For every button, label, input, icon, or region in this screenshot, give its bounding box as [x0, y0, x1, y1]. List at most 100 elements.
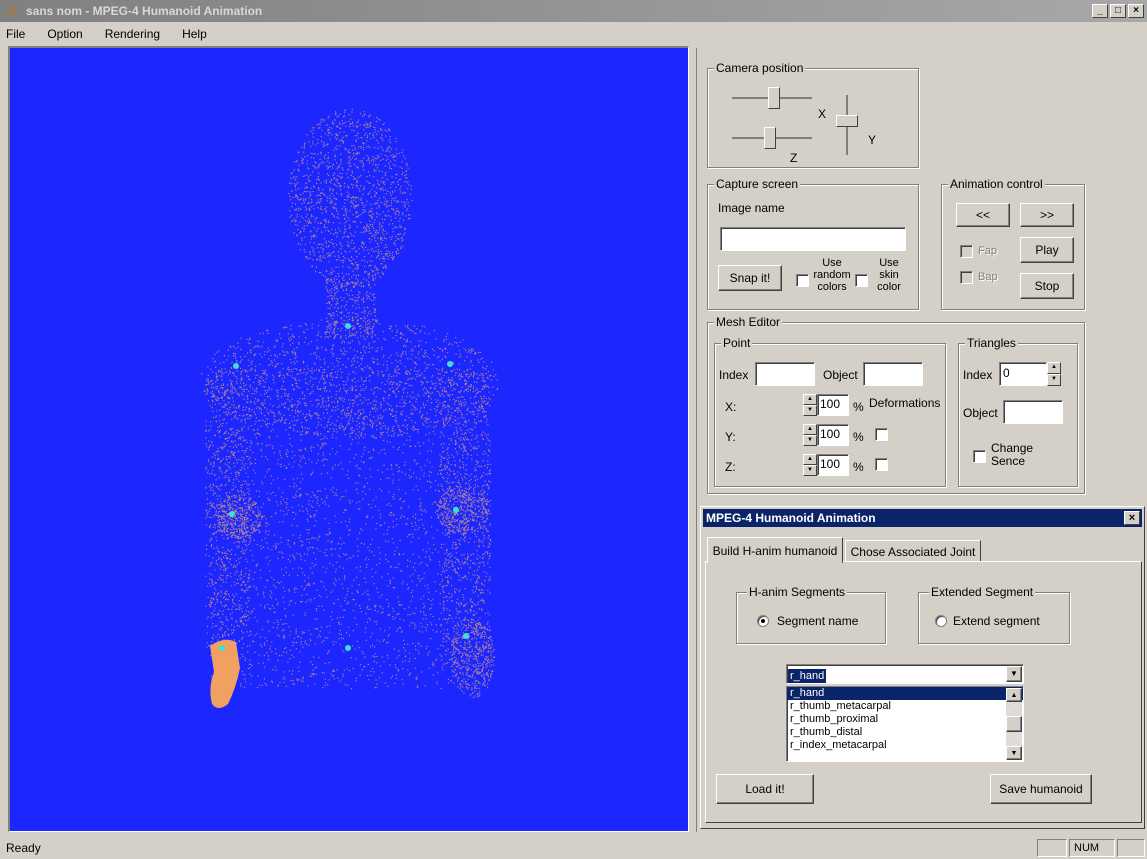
- list-scrollbar[interactable]: ▲ ▼: [1006, 688, 1022, 760]
- hanim-segments-label: H-anim Segments: [747, 585, 848, 599]
- title-bar: ✓ sans nom - MPEG-4 Humanoid Animation _…: [0, 0, 1147, 22]
- animation-control-group: Animation control << >> Fap Bap Play Sto…: [941, 177, 1085, 310]
- list-item[interactable]: r_hand: [787, 687, 1023, 700]
- skin-color-checkbox[interactable]: [855, 274, 868, 287]
- menu-rendering[interactable]: Rendering: [105, 27, 160, 41]
- change-sence-checkbox[interactable]: [973, 450, 986, 463]
- joint-marker[interactable]: [229, 511, 235, 517]
- camera-y-slider[interactable]: [836, 115, 858, 127]
- triangle-index-input[interactable]: 0: [999, 362, 1047, 386]
- triangles-group: Triangles Index 0 ▲ ▼ Object Change Sence: [958, 336, 1078, 487]
- random-colors-line-2: random: [813, 269, 851, 281]
- previous-button[interactable]: <<: [956, 203, 1010, 227]
- skin-color-line-3: color: [877, 281, 901, 293]
- camera-position-label: Camera position: [714, 61, 806, 75]
- triangle-index-spinner[interactable]: ▲ ▼: [1047, 362, 1061, 386]
- segment-name-radio[interactable]: [757, 615, 769, 627]
- dialog-close-button[interactable]: ×: [1124, 511, 1140, 525]
- point-y-label: Y:: [725, 430, 736, 444]
- play-button[interactable]: Play: [1020, 237, 1074, 263]
- camera-y-label: Y: [868, 133, 877, 147]
- scroll-thumb[interactable]: [1006, 716, 1022, 732]
- camera-x-slider[interactable]: [768, 87, 780, 109]
- point-z-input[interactable]: 100: [817, 454, 849, 476]
- change-sence-line-2: Sence: [991, 454, 1026, 468]
- point-y-input[interactable]: 100: [817, 424, 849, 446]
- status-bar: Ready NUM: [0, 836, 1147, 859]
- triangle-index-label: Index: [963, 368, 993, 382]
- point-x-input[interactable]: 100: [817, 394, 849, 416]
- joint-marker[interactable]: [219, 645, 225, 651]
- menu-file[interactable]: File: [6, 27, 25, 41]
- change-sence-line-1: Change: [991, 441, 1034, 455]
- maximize-button[interactable]: □: [1110, 4, 1126, 18]
- list-item[interactable]: r_index_metacarpal: [787, 739, 1023, 752]
- random-colors-checkbox[interactable]: [796, 274, 809, 287]
- triangle-object-input[interactable]: [1003, 400, 1063, 424]
- point-x-spinner[interactable]: ▲ ▼: [803, 394, 817, 416]
- point-y-spinner[interactable]: ▲ ▼: [803, 424, 817, 446]
- snap-button[interactable]: Snap it!: [718, 265, 782, 291]
- menu-option[interactable]: Option: [47, 27, 82, 41]
- minimize-button[interactable]: _: [1092, 4, 1108, 18]
- extend-segment-radio[interactable]: [935, 615, 947, 627]
- random-colors-label: Use random colors: [812, 257, 852, 293]
- skin-color-line-2: skin: [879, 269, 899, 281]
- joint-marker[interactable]: [345, 323, 351, 329]
- point-index-label: Index: [719, 368, 749, 382]
- bap-checkbox: [960, 271, 973, 284]
- skin-color-line-1: Use: [879, 257, 899, 269]
- stop-button[interactable]: Stop: [1020, 273, 1074, 299]
- segment-name-label: Segment name: [777, 614, 859, 628]
- save-humanoid-button[interactable]: Save humanoid: [990, 774, 1092, 804]
- selected-hand-segment: [210, 639, 240, 708]
- joint-marker[interactable]: [453, 507, 459, 513]
- fap-label: Fap: [978, 245, 997, 257]
- point-z-spinner[interactable]: ▲ ▼: [803, 454, 817, 476]
- joint-marker[interactable]: [447, 361, 453, 367]
- list-item[interactable]: r_thumb_proximal: [787, 713, 1023, 726]
- joint-marker[interactable]: [233, 363, 239, 369]
- bap-label: Bap: [978, 271, 998, 283]
- change-sence-label: Change Sence: [991, 442, 1033, 468]
- segment-list[interactable]: r_hand r_thumb_metacarpal r_thumb_proxim…: [786, 686, 1024, 762]
- point-object-input[interactable]: [863, 362, 923, 386]
- capture-screen-label: Capture screen: [714, 177, 801, 191]
- deform-y-checkbox[interactable]: [875, 428, 888, 441]
- joint-marker[interactable]: [345, 645, 351, 651]
- dialog-title: MPEG-4 Humanoid Animation: [706, 511, 876, 525]
- point-z-label: Z:: [725, 460, 736, 474]
- mesh-editor-group: Mesh Editor Point Index Object X: ▲ ▼ 100…: [707, 315, 1085, 494]
- segment-combo-dropdown-button[interactable]: ▼: [1006, 666, 1022, 682]
- scroll-down-button[interactable]: ▼: [1006, 746, 1022, 760]
- tab-build-hanim[interactable]: Build H-anim humanoid: [707, 537, 843, 563]
- point-z-percent: %: [853, 460, 864, 474]
- extended-segment-group: Extended Segment Extend segment: [918, 585, 1070, 644]
- scroll-up-button[interactable]: ▲: [1006, 688, 1022, 702]
- triangle-object-label: Object: [963, 406, 998, 420]
- tab-content: H-anim Segments Segment name Extended Se…: [705, 561, 1142, 823]
- status-cell-scroll: [1117, 838, 1145, 857]
- dialog-title-bar: MPEG-4 Humanoid Animation ×: [703, 509, 1142, 527]
- deform-z-checkbox[interactable]: [875, 458, 888, 471]
- next-button[interactable]: >>: [1020, 203, 1074, 227]
- extended-segment-label: Extended Segment: [929, 585, 1036, 599]
- list-item[interactable]: r_thumb_metacarpal: [787, 700, 1023, 713]
- window-title: sans nom - MPEG-4 Humanoid Animation: [26, 4, 263, 18]
- tab-chose-joint[interactable]: Chose Associated Joint: [845, 540, 981, 562]
- image-name-input[interactable]: [720, 227, 906, 251]
- close-button[interactable]: ×: [1128, 4, 1144, 18]
- extend-segment-label: Extend segment: [953, 614, 1040, 628]
- menu-help[interactable]: Help: [182, 27, 207, 41]
- joint-marker[interactable]: [463, 633, 469, 639]
- load-button[interactable]: Load it!: [716, 774, 814, 804]
- point-index-input[interactable]: [755, 362, 815, 386]
- triangles-label: Triangles: [965, 336, 1018, 350]
- camera-z-label: Z: [790, 151, 798, 165]
- 3d-viewport[interactable]: [8, 46, 689, 832]
- point-x-percent: %: [853, 400, 864, 414]
- segment-combo-value: r_hand: [788, 669, 827, 683]
- list-item[interactable]: r_thumb_distal: [787, 726, 1023, 739]
- camera-z-slider[interactable]: [764, 127, 776, 149]
- segment-combo[interactable]: r_hand ▼: [786, 664, 1024, 684]
